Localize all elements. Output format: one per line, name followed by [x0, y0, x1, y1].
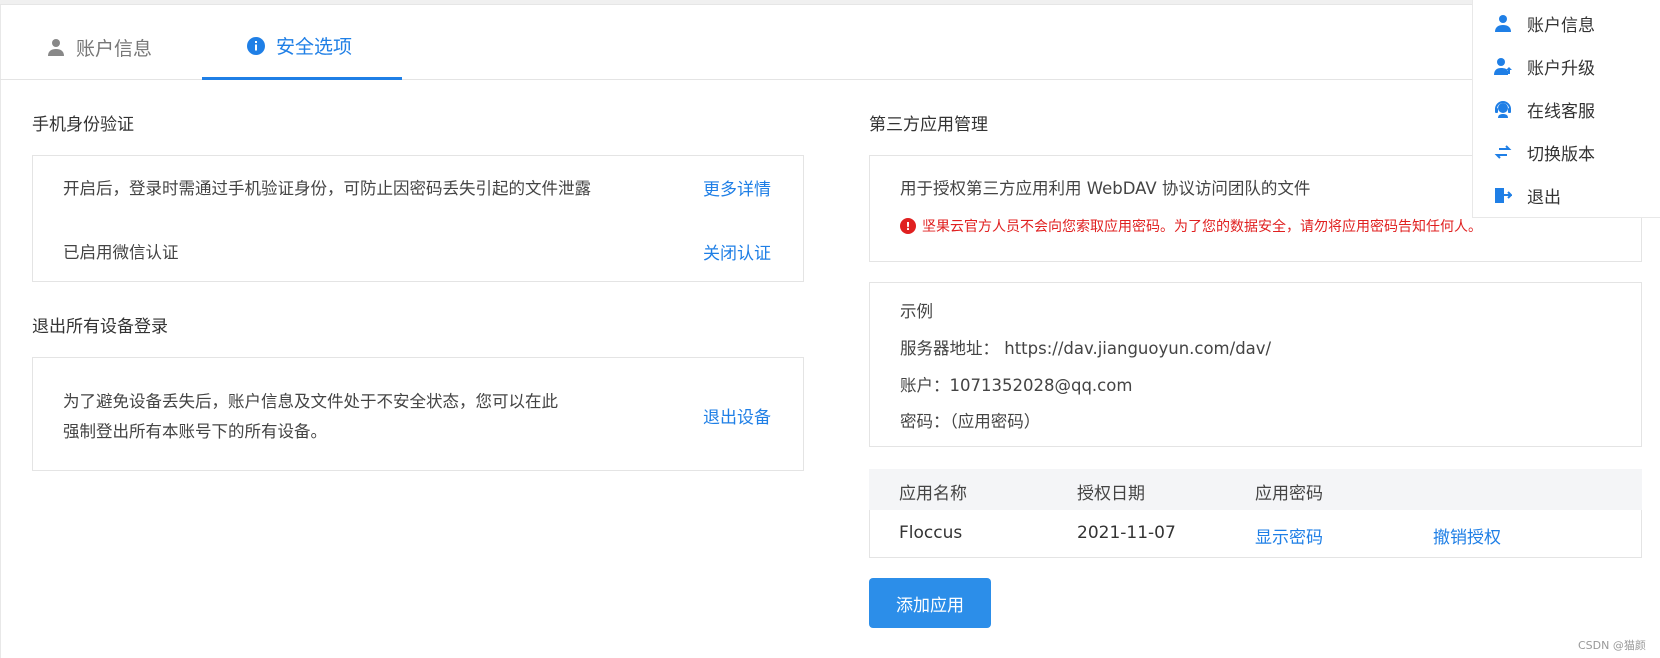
header-auth-date: 授权日期 — [1077, 484, 1145, 504]
header-app-password: 应用密码 — [1255, 484, 1323, 504]
phone-verify-desc: 开启后，登录时需通过手机验证身份，可防止因密码丢失引起的文件泄露 — [63, 179, 591, 198]
example-title: 示例 — [900, 302, 933, 321]
cell-app-name: Floccus — [899, 523, 963, 543]
third-party-title: 第三方应用管理 — [869, 115, 988, 135]
show-password-link[interactable]: 显示密码 — [1255, 523, 1323, 548]
tab-account-info[interactable]: 账户信息 — [2, 14, 202, 80]
account-value: 1071352028@qq.com — [949, 376, 1133, 395]
server-label: 服务器地址： — [900, 339, 999, 358]
menu-item-logout[interactable]: 退出 — [1473, 174, 1660, 216]
server-value: https://dav.jianguoyun.com/dav/ — [1004, 339, 1272, 358]
menu-label: 账户信息 — [1527, 15, 1595, 36]
add-app-button[interactable]: 添加应用 — [869, 578, 991, 628]
logout-icon — [1493, 185, 1513, 205]
left-border — [0, 5, 1, 658]
menu-item-online-service[interactable]: 在线客服 — [1473, 88, 1660, 130]
user-icon — [46, 37, 66, 57]
revoke-auth-link[interactable]: 撤销授权 — [1433, 523, 1501, 548]
phone-verify-box: 开启后，登录时需通过手机验证身份，可防止因密码丢失引起的文件泄露 更多详情 已启… — [32, 155, 804, 282]
menu-label: 退出 — [1527, 187, 1561, 208]
headset-icon — [1493, 99, 1513, 119]
logout-all-title: 退出所有设备登录 — [32, 317, 168, 337]
password-row: 密码：（应用密码） — [900, 408, 1040, 432]
phone-verify-title: 手机身份验证 — [32, 115, 134, 135]
user-icon — [1493, 13, 1513, 33]
tab-security-options[interactable]: 安全选项 — [202, 14, 402, 80]
warning-icon: ! — [900, 218, 916, 234]
warning-message: ! 坚果云官方人员不会向您索取应用密码。为了您的数据安全，请勿将应用密码告知任何… — [900, 216, 1482, 236]
cell-auth-date: 2021-11-07 — [1077, 523, 1176, 543]
warning-text: 坚果云官方人员不会向您索取应用密码。为了您的数据安全，请勿将应用密码告知任何人。 — [922, 219, 1482, 235]
more-details-link[interactable]: 更多详情 — [703, 175, 771, 200]
logout-devices-link[interactable]: 退出设备 — [703, 403, 771, 428]
menu-item-account-upgrade[interactable]: 账户升级 — [1473, 45, 1660, 87]
menu-item-account-info[interactable]: 账户信息 — [1473, 2, 1660, 44]
disable-auth-link[interactable]: 关闭认证 — [703, 239, 771, 264]
header-app-name: 应用名称 — [899, 484, 967, 504]
password-value: （应用密码） — [949, 412, 1041, 431]
password-label: 密码： — [900, 412, 950, 431]
example-box: 示例 服务器地址： https://dav.jianguoyun.com/dav… — [869, 282, 1642, 447]
top-strip — [0, 0, 1660, 5]
app-table-header: 应用名称 授权日期 应用密码 — [869, 469, 1642, 510]
account-label: 账户： — [900, 376, 950, 395]
switch-arrows-icon — [1493, 142, 1513, 162]
watermark-credit: CSDN @猫颜 — [1578, 639, 1646, 652]
menu-label: 在线客服 — [1527, 101, 1595, 122]
menu-label: 账户升级 — [1527, 58, 1595, 79]
tab-label: 安全选项 — [276, 36, 353, 58]
menu-label: 切换版本 — [1527, 144, 1595, 165]
menu-item-switch-version[interactable]: 切换版本 — [1473, 131, 1660, 173]
logout-desc-line1: 为了避免设备丢失后，账户信息及文件处于不安全状态，您可以在此 — [63, 392, 558, 411]
tab-label: 账户信息 — [76, 37, 153, 60]
logout-desc-line2: 强制登出所有本账号下的所有设备。 — [63, 422, 327, 441]
third-party-desc: 用于授权第三方应用利用 WebDAV 协议访问团队的文件 — [900, 179, 1311, 198]
logout-all-box: 为了避免设备丢失后，账户信息及文件处于不安全状态，您可以在此 强制登出所有本账号… — [32, 357, 804, 471]
wechat-auth-status: 已启用微信认证 — [63, 243, 179, 262]
account-row: 账户：1071352028@qq.com — [900, 372, 1132, 396]
user-upgrade-icon — [1493, 56, 1513, 76]
account-dropdown-menu: 账户信息 账户升级 在线客服 切换版本 退出 — [1472, 0, 1660, 218]
tab-bar: 账户信息 安全选项 — [0, 14, 1660, 80]
info-icon — [246, 36, 266, 56]
server-address: 服务器地址： https://dav.jianguoyun.com/dav/ — [900, 335, 1271, 359]
